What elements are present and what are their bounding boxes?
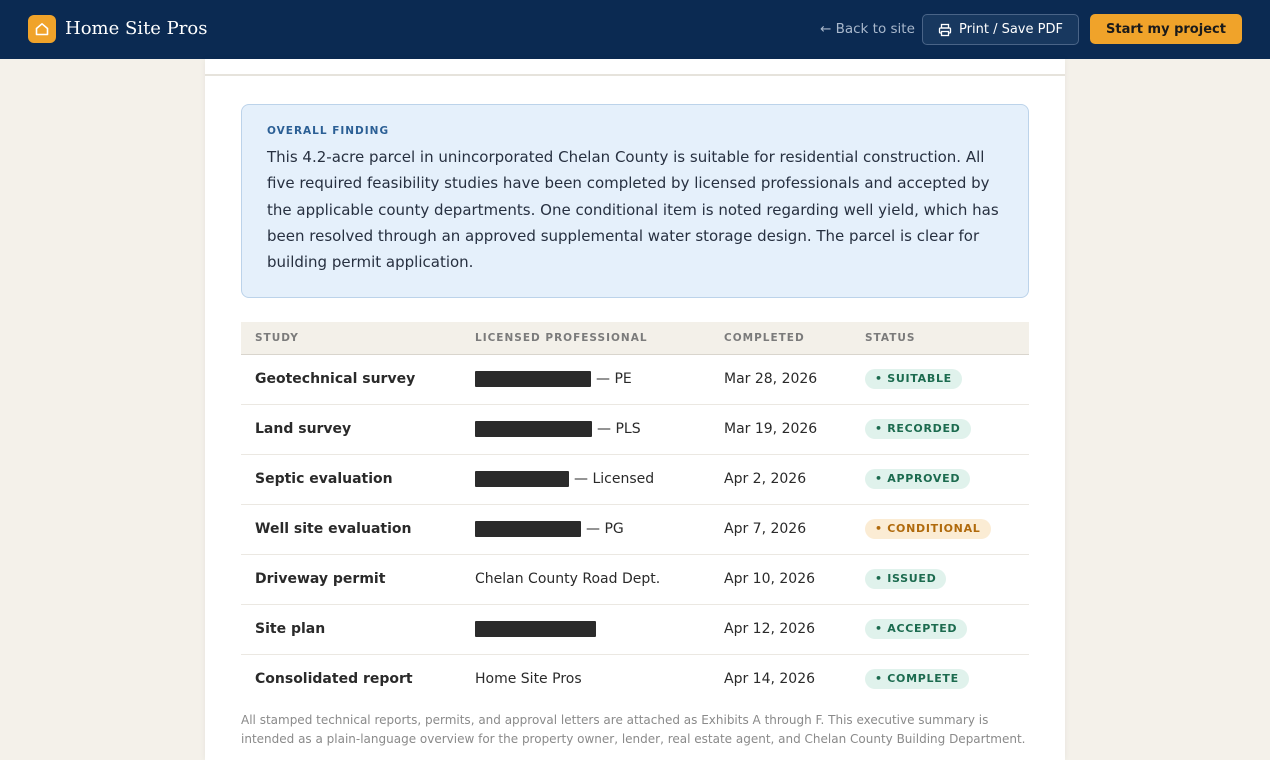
- overall-finding-box: OVERALL FINDING This 4.2-acre parcel in …: [241, 104, 1029, 298]
- status-cell: • ACCEPTED: [851, 604, 1029, 655]
- professional-cell: — PLS: [461, 404, 710, 455]
- study-name: Well site evaluation: [241, 504, 461, 555]
- status-badge: • APPROVED: [865, 469, 971, 489]
- completed-date: Apr 10, 2026: [710, 554, 851, 605]
- table-row: Land survey — PLS Mar 19, 2026 • RECORDE…: [241, 404, 1029, 455]
- redacted-name: [475, 421, 592, 437]
- table-row: Well site evaluation — PG Apr 7, 2026 • …: [241, 504, 1029, 555]
- report-card: OVERALL FINDING This 4.2-acre parcel in …: [205, 59, 1065, 760]
- redacted-name: [475, 621, 596, 637]
- redacted-name: [475, 471, 569, 487]
- status-badge: • CONDITIONAL: [865, 519, 991, 539]
- table-row: Consolidated report Home Site Pros Apr 1…: [241, 654, 1029, 704]
- completed-date: Apr 14, 2026: [724, 671, 816, 688]
- study-name: Site plan: [241, 604, 461, 655]
- status-badge: • RECORDED: [865, 419, 971, 439]
- start-my-project-button[interactable]: Start my project: [1090, 14, 1242, 44]
- study-name: Consolidated report: [255, 671, 413, 688]
- brand[interactable]: Home Site Pros: [28, 15, 207, 43]
- professional-name: Home Site Pros: [475, 671, 582, 688]
- brand-name: Home Site Pros: [65, 18, 208, 39]
- status-cell: • CONDITIONAL: [851, 504, 1029, 555]
- column-header-completed: COMPLETED: [710, 322, 851, 355]
- table-row: Septic evaluation — Licensed Apr 2, 2026…: [241, 454, 1029, 505]
- professional-cell: — PE: [461, 354, 710, 405]
- house-icon: [28, 15, 56, 43]
- completed-date: Apr 2, 2026: [710, 454, 851, 505]
- table-row: Site plan Apr 12, 2026 • ACCEPTED: [241, 604, 1029, 655]
- print-button-label: Print / Save PDF: [959, 22, 1063, 37]
- back-to-site-link[interactable]: ← Back to site: [820, 20, 915, 38]
- table-row: Geotechnical survey — PE Mar 28, 2026 • …: [241, 354, 1029, 405]
- study-name: Septic evaluation: [241, 454, 461, 505]
- top-navigation-bar: Home Site Pros ← Back to site Print / Sa…: [0, 0, 1270, 59]
- overall-finding-label: OVERALL FINDING: [267, 125, 390, 137]
- status-cell: • RECORDED: [851, 404, 1029, 455]
- footnote: All stamped technical reports, permits, …: [241, 713, 1026, 746]
- professional-name: Chelan County Road Dept.: [461, 554, 710, 605]
- study-name: Driveway permit: [241, 554, 461, 605]
- column-header-study: STUDY: [241, 322, 461, 355]
- study-name: Geotechnical survey: [241, 354, 461, 405]
- status-badge: • ACCEPTED: [865, 619, 968, 639]
- completed-date: Mar 19, 2026: [710, 404, 851, 455]
- professional-credential: — PE: [596, 371, 632, 387]
- status-cell: • APPROVED: [851, 454, 1029, 505]
- redacted-name: [475, 521, 581, 537]
- status-cell: • COMPLETE: [851, 654, 1029, 704]
- completed-date: Apr 7, 2026: [710, 504, 851, 555]
- status-cell: • ISSUED: [851, 554, 1029, 605]
- overall-finding-text: This 4.2-acre parcel in unincorporated C…: [267, 148, 999, 272]
- column-header-professional: LICENSED PROFESSIONAL: [461, 322, 710, 355]
- professional-cell: — Licensed: [461, 454, 710, 505]
- column-header-status: STATUS: [851, 322, 1029, 355]
- professional-credential: — Licensed: [574, 471, 655, 487]
- table-row: Driveway permit Chelan County Road Dept.…: [241, 554, 1029, 605]
- redacted-name: [475, 371, 591, 387]
- status-badge: • ISSUED: [865, 569, 947, 589]
- professional-credential: — PG: [586, 521, 624, 537]
- completed-date: Apr 12, 2026: [710, 604, 851, 655]
- professional-cell: — PG: [461, 504, 710, 555]
- print-save-pdf-button[interactable]: Print / Save PDF: [922, 14, 1079, 45]
- table-header-row: STUDY LICENSED PROFESSIONAL COMPLETED ST…: [241, 322, 1029, 355]
- completed-date: Mar 28, 2026: [710, 354, 851, 405]
- printer-icon: [938, 23, 952, 36]
- status-badge: • SUITABLE: [865, 369, 962, 389]
- study-name: Land survey: [241, 404, 461, 455]
- professional-credential: — PLS: [597, 421, 641, 437]
- status-badge: • COMPLETE: [865, 669, 969, 690]
- professional-cell: [461, 604, 710, 655]
- section-divider: [205, 74, 1065, 76]
- status-cell: • SUITABLE: [851, 354, 1029, 405]
- studies-table: STUDY LICENSED PROFESSIONAL COMPLETED ST…: [241, 322, 1029, 704]
